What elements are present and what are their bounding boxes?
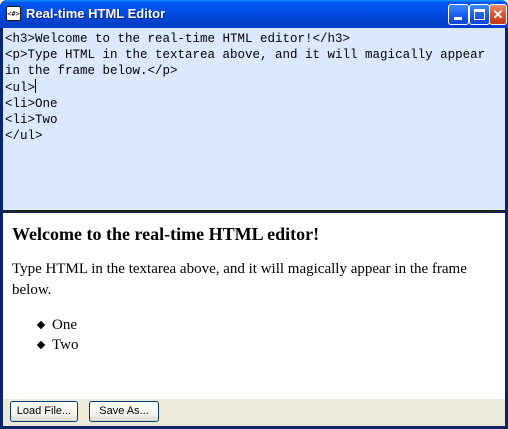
maximize-button[interactable] <box>469 4 490 25</box>
bullet-icon <box>36 340 46 350</box>
window-title: Real-time HTML Editor <box>26 6 166 21</box>
button-bar: Load File... Save As... <box>3 399 505 426</box>
app-window: <#> Real-time HTML Editor ✕ <h3>Welcome … <box>0 0 508 429</box>
bullet-icon <box>36 320 46 330</box>
list-item: Two <box>36 335 505 355</box>
close-icon: ✕ <box>492 7 504 22</box>
maximize-icon <box>474 9 485 20</box>
save-as-button[interactable]: Save As... <box>89 401 159 422</box>
preview-heading: Welcome to the real-time HTML editor! <box>12 224 320 244</box>
editor-content: <h3>Welcome to the real-time HTML editor… <box>3 28 505 147</box>
preview-frame: Welcome to the real-time HTML editor! Ty… <box>3 213 505 399</box>
preview-list: One Two <box>3 315 505 355</box>
editor-line-text: <ul> <box>5 81 36 95</box>
editor-line: <ul> <box>5 79 503 96</box>
minimize-button[interactable] <box>448 4 469 25</box>
editor-line: <h3>Welcome to the real-time HTML editor… <box>5 32 351 46</box>
close-button[interactable]: ✕ <box>489 4 507 25</box>
html-editor-textarea[interactable]: <h3>Welcome to the real-time HTML editor… <box>3 28 505 212</box>
list-item: One <box>36 315 505 335</box>
editor-line: </ul> <box>5 129 43 143</box>
title-bar[interactable]: <#> Real-time HTML Editor ✕ <box>0 0 508 28</box>
minimize-icon <box>454 17 462 20</box>
list-item-text: One <box>52 317 77 333</box>
list-item-text: Two <box>52 337 79 353</box>
editor-line: <li>One <box>5 97 58 111</box>
editor-line: <li>Two <box>5 113 58 127</box>
load-file-button[interactable]: Load File... <box>10 401 78 422</box>
editor-line: <p>Type HTML in the textarea above, and … <box>5 48 493 78</box>
html-app-icon: <#> <box>6 6 21 21</box>
text-caret <box>35 79 37 93</box>
preview-paragraph: Type HTML in the textarea above, and it … <box>12 261 467 298</box>
